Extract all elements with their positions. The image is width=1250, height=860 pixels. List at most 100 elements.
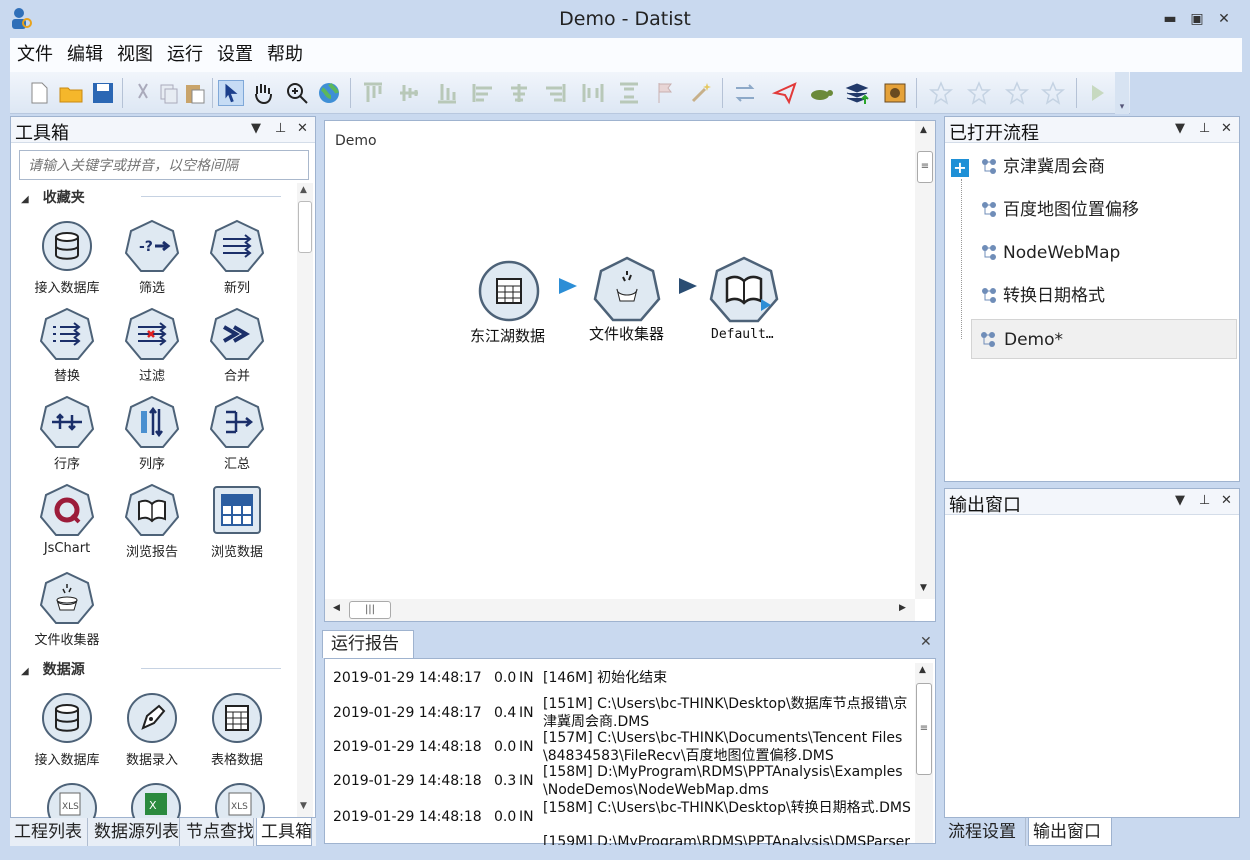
scroll-left-icon[interactable]: ◀: [333, 603, 340, 613]
magic-wand-icon[interactable]: [688, 80, 714, 106]
tool-db[interactable]: 接入数据库: [27, 219, 107, 299]
flow-item[interactable]: 百度地图位置偏移: [975, 190, 1239, 230]
tool-filter[interactable]: -? 筛选: [112, 219, 192, 299]
new-file-icon[interactable]: [26, 80, 52, 106]
tool-table-data[interactable]: 表格数据: [197, 691, 277, 771]
pin-icon[interactable]: ⊥: [1199, 121, 1210, 136]
star-add-icon[interactable]: [928, 80, 954, 106]
menu-file[interactable]: 文件: [10, 38, 60, 72]
minimize-button[interactable]: ▬: [1160, 10, 1180, 28]
scrollbar-thumb[interactable]: [298, 201, 312, 253]
open-folder-icon[interactable]: [58, 80, 84, 106]
save-icon[interactable]: [90, 80, 116, 106]
paste-icon[interactable]: [182, 80, 208, 106]
flow-item[interactable]: 京津冀周会商: [975, 147, 1239, 187]
stack-upload-icon[interactable]: [844, 80, 870, 106]
select-pointer-icon[interactable]: [218, 80, 244, 106]
align-bottom-icon[interactable]: [434, 80, 460, 106]
close-icon[interactable]: ✕: [297, 121, 308, 136]
log-row[interactable]: 2019-01-29 14:48:18 0.3 IN [158M] D:\MyP…: [333, 763, 913, 797]
report-close-icon[interactable]: ✕: [920, 634, 932, 650]
scrollbar-thumb[interactable]: ≡: [917, 151, 933, 183]
canvas-vertical-scrollbar[interactable]: ▲ ≡ ▼: [915, 121, 935, 599]
close-window-button[interactable]: ✕: [1214, 10, 1234, 28]
canvas-horizontal-scrollbar[interactable]: ◀ ||| ▶: [325, 599, 915, 621]
data-flow-icon[interactable]: [732, 80, 758, 106]
scroll-up-icon[interactable]: ▲: [919, 665, 926, 675]
panel-menu-icon[interactable]: ▼: [251, 121, 261, 136]
menu-view[interactable]: 视图: [110, 38, 160, 72]
tab-toolbox[interactable]: 工具箱: [256, 818, 312, 846]
tool-jschart[interactable]: JsChart: [27, 483, 107, 563]
node-report-icon[interactable]: [709, 255, 779, 325]
tool-file-collector[interactable]: 文件收集器: [27, 571, 107, 651]
run-report-tab[interactable]: 运行报告: [322, 630, 414, 658]
turtle-icon[interactable]: [808, 80, 834, 106]
favorites-section-header[interactable]: ◢ 收藏夹: [21, 187, 281, 207]
align-left-icon[interactable]: [470, 80, 496, 106]
run-play-icon[interactable]: [1084, 80, 1110, 106]
pin-icon[interactable]: ⊥: [275, 121, 286, 136]
tool-except[interactable]: 过滤: [112, 307, 192, 387]
datasource-section-header[interactable]: ◢ 数据源: [21, 659, 281, 679]
toolbox-search-input[interactable]: [19, 150, 309, 180]
excel-file-icon[interactable]: XLS: [45, 781, 99, 821]
maximize-button[interactable]: ▣: [1187, 10, 1207, 28]
menu-edit[interactable]: 编辑: [60, 38, 110, 72]
node-file-collector-icon[interactable]: [593, 255, 661, 323]
close-icon[interactable]: ✕: [1221, 121, 1232, 136]
align-top-icon[interactable]: [360, 80, 386, 106]
tab-flow-settings[interactable]: 流程设置: [944, 818, 1026, 846]
zoom-icon[interactable]: [284, 80, 310, 106]
flow-item[interactable]: Demo*: [971, 319, 1237, 359]
log-row[interactable]: 2019-01-29 14:48:17 0.4 IN [151M] C:\Use…: [333, 695, 913, 729]
close-icon[interactable]: ✕: [1221, 493, 1232, 508]
tool-row-sort[interactable]: 行序: [27, 395, 107, 475]
menu-run[interactable]: 运行: [160, 38, 210, 72]
tab-node-search[interactable]: 节点查找: [182, 818, 254, 846]
paper-plane-icon[interactable]: [772, 80, 798, 106]
tool-aggregate[interactable]: 汇总: [197, 395, 277, 475]
tool-browse-report[interactable]: 浏览报告: [112, 483, 192, 563]
toolbox-scrollbar[interactable]: ▲ ▼: [297, 183, 313, 817]
flow-item[interactable]: NodeWebMap: [975, 233, 1239, 273]
tab-project-list[interactable]: 工程列表: [10, 818, 88, 846]
scrollbar-thumb[interactable]: ≡: [916, 683, 932, 775]
log-row[interactable]: [159M] D:\MyProgram\RDMS\PPTAnalysis\DMS…: [333, 833, 913, 845]
tool-browse-data[interactable]: 浏览数据: [197, 483, 277, 563]
report-scrollbar[interactable]: ▲ ≡: [915, 663, 933, 843]
panel-menu-icon[interactable]: ▼: [1175, 121, 1185, 136]
log-row[interactable]: 2019-01-29 14:48:18 0.0 IN [158M] C:\Use…: [333, 799, 913, 833]
distribute-vertical-icon[interactable]: [616, 80, 642, 106]
xls-file-icon[interactable]: XLS: [213, 781, 267, 821]
globe-icon[interactable]: [316, 80, 342, 106]
pan-hand-icon[interactable]: [250, 80, 276, 106]
expand-plus-icon[interactable]: +: [951, 159, 969, 177]
tab-output-window[interactable]: 输出窗口: [1028, 818, 1112, 846]
align-right-icon[interactable]: [542, 80, 568, 106]
tool-new-column[interactable]: 新列: [197, 219, 277, 299]
distribute-horizontal-icon[interactable]: [580, 80, 606, 106]
tab-datasource-list[interactable]: 数据源列表: [90, 818, 180, 846]
copy-icon[interactable]: [156, 80, 182, 106]
scrollbar-thumb[interactable]: |||: [349, 601, 391, 619]
star-plus-icon[interactable]: [966, 80, 992, 106]
excel-sheet-icon[interactable]: X: [129, 781, 183, 821]
scroll-up-icon[interactable]: ▲: [300, 185, 307, 195]
menu-settings[interactable]: 设置: [210, 38, 260, 72]
star-remove-icon[interactable]: [1004, 80, 1030, 106]
image-export-icon[interactable]: [882, 80, 908, 106]
menu-help[interactable]: 帮助: [260, 38, 310, 72]
align-middle-icon[interactable]: [396, 80, 422, 106]
tool-replace[interactable]: 替换: [27, 307, 107, 387]
panel-menu-icon[interactable]: ▼: [1175, 493, 1185, 508]
tool-data-entry[interactable]: 数据录入: [112, 691, 192, 771]
tool-db[interactable]: 接入数据库: [27, 691, 107, 771]
flow-canvas[interactable]: Demo 东江湖数据 文件收集器 Default… ▲ ≡ ▼ ◀ ||| ▶: [324, 120, 936, 622]
scroll-up-icon[interactable]: ▲: [920, 125, 927, 135]
star-icon[interactable]: [1040, 80, 1066, 106]
flag-icon[interactable]: [652, 80, 678, 106]
scroll-down-icon[interactable]: ▼: [300, 801, 307, 811]
log-row[interactable]: 2019-01-29 14:48:18 0.0 IN [157M] C:\Use…: [333, 729, 913, 763]
pin-icon[interactable]: ⊥: [1199, 493, 1210, 508]
